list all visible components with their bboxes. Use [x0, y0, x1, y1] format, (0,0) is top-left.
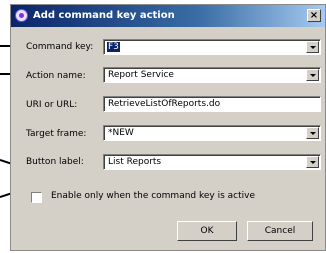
button-label-value: List Reports	[108, 157, 162, 167]
add-command-key-action-dialog: Add command key action × Command key: F3…	[10, 4, 326, 251]
target-frame-combo[interactable]: *NEW	[103, 125, 321, 141]
dialog-title: Add command key action	[33, 10, 175, 21]
app-icon	[15, 9, 28, 22]
enable-only-checkbox[interactable]	[31, 192, 42, 203]
command-key-label: Command key:	[26, 42, 94, 52]
command-key-combo[interactable]: F3	[103, 39, 321, 55]
action-name-label: Action name:	[26, 71, 86, 81]
cancel-button[interactable]: Cancel	[247, 221, 313, 241]
action-name-value: Report Service	[108, 70, 174, 80]
close-button[interactable]: ×	[307, 9, 321, 22]
enable-only-label: Enable only when the command key is acti…	[51, 191, 256, 201]
action-name-combo[interactable]: Report Service	[103, 67, 321, 83]
target-frame-label: Target frame:	[26, 129, 87, 139]
ok-button[interactable]: OK	[177, 221, 237, 241]
chevron-down-icon[interactable]	[306, 69, 319, 81]
button-label-label: Button label:	[26, 157, 84, 167]
uri-value: RetrieveListOfReports.do	[108, 99, 221, 109]
command-key-value: F3	[107, 42, 120, 52]
uri-input[interactable]: RetrieveListOfReports.do	[103, 96, 321, 112]
uri-label: URI or URL:	[26, 100, 78, 110]
title-bar: Add command key action ×	[11, 5, 325, 27]
target-frame-value: *NEW	[108, 128, 134, 138]
chevron-down-icon[interactable]	[306, 127, 319, 139]
chevron-down-icon[interactable]	[306, 156, 319, 168]
chevron-down-icon[interactable]	[306, 41, 319, 53]
button-label-combo[interactable]: List Reports	[103, 154, 321, 170]
